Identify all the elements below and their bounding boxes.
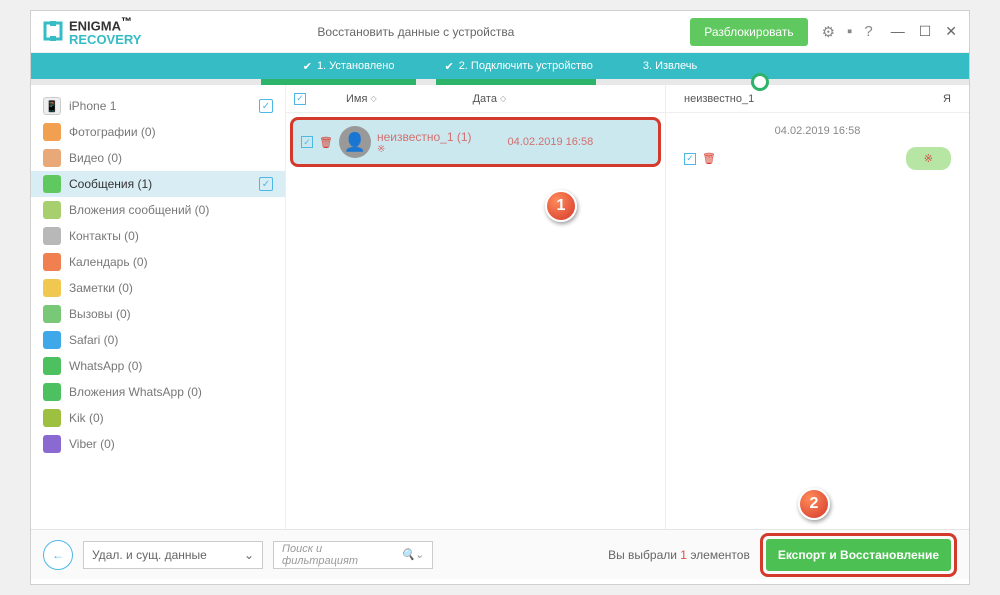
sidebar-device[interactable]: 📱 iPhone 1 ✓ — [31, 93, 285, 119]
category-icon — [43, 409, 61, 427]
sidebar-item[interactable]: Заметки (0) — [31, 275, 285, 301]
selection-count: Вы выбрали 1 элементов — [608, 548, 750, 562]
search-input[interactable]: Поиск и фильтрацият🔍⌄ — [273, 541, 433, 569]
callout-1: 1 — [545, 190, 577, 222]
message-list-panel: ✓ Имя◇ Дата◇ ✓ 🗑 👤 неизвестно_1 (1) ※ 04… — [286, 85, 666, 529]
header-subtitle: Восстановить данные с устройства — [141, 25, 690, 39]
category-icon — [43, 123, 61, 141]
footer: ← Удал. и сущ. данные⌄ Поиск и фильтраци… — [31, 529, 969, 579]
message-detail-panel: неизвестно_1 Я 04.02.2019 16:58 ✓ 🗑 ※ — [666, 85, 969, 529]
item-checkbox[interactable]: ✓ — [259, 177, 273, 191]
back-button[interactable]: ← — [43, 540, 73, 570]
row-name: неизвестно_1 (1) — [377, 130, 472, 144]
trash-icon[interactable]: 🗑 — [319, 136, 333, 149]
trash-icon[interactable]: 🗑 — [702, 152, 716, 165]
message-row[interactable]: ✓ 🗑 👤 неизвестно_1 (1) ※ 04.02.2019 16:5… — [290, 117, 661, 167]
category-icon — [43, 357, 61, 375]
sidebar-item[interactable]: Вызовы (0) — [31, 301, 285, 327]
export-button[interactable]: Експорт и Восстановление — [766, 539, 951, 571]
sidebar: 📱 iPhone 1 ✓ Фотографии (0)Видео (0)Сооб… — [31, 85, 286, 529]
avatar-icon: 👤 — [339, 126, 371, 158]
logo-icon — [43, 21, 63, 41]
category-icon — [43, 305, 61, 323]
sidebar-item[interactable]: Kik (0) — [31, 405, 285, 431]
maximize-button[interactable]: ☐ — [919, 23, 932, 40]
filter-dropdown[interactable]: Удал. и сущ. данные⌄ — [83, 541, 263, 569]
category-icon — [43, 227, 61, 245]
category-icon — [43, 383, 61, 401]
column-name[interactable]: Имя◇ — [346, 93, 377, 105]
step-3: 3. Извлечь — [643, 60, 697, 72]
chat-icon[interactable]: ▪ — [847, 23, 852, 41]
sidebar-item[interactable]: Фотографии (0) — [31, 119, 285, 145]
minimize-button[interactable]: — — [891, 23, 905, 40]
search-icon: 🔍⌄ — [401, 548, 424, 561]
step-2: ✔2. Подключить устройство — [444, 60, 592, 73]
row-date: 04.02.2019 16:58 — [508, 136, 594, 148]
detail-me: Я — [943, 93, 951, 105]
category-icon — [43, 253, 61, 271]
row-checkbox[interactable]: ✓ — [301, 136, 313, 148]
progress-knob[interactable] — [751, 73, 769, 91]
step-1: ✔1. Установлено — [303, 60, 395, 73]
category-icon — [43, 201, 61, 219]
msg-checkbox[interactable]: ✓ — [684, 153, 696, 165]
progress-bar — [31, 79, 969, 85]
category-icon — [43, 331, 61, 349]
callout-2: 2 — [798, 488, 830, 520]
phone-icon: 📱 — [43, 97, 61, 115]
help-icon[interactable]: ? — [864, 23, 872, 41]
sidebar-item[interactable]: Вложения WhatsApp (0) — [31, 379, 285, 405]
app-logo: ENIGMA™RECOVERY — [43, 17, 141, 45]
column-date[interactable]: Дата◇ — [473, 93, 507, 105]
sidebar-item[interactable]: Видео (0) — [31, 145, 285, 171]
detail-title: неизвестно_1 — [684, 93, 754, 105]
select-all-checkbox[interactable]: ✓ — [294, 93, 306, 105]
message-date: 04.02.2019 16:58 — [684, 125, 951, 137]
sidebar-item[interactable]: Календарь (0) — [31, 249, 285, 275]
step-bar: ✔1. Установлено ✔2. Подключить устройств… — [31, 53, 969, 79]
message-bubble: ※ — [906, 147, 951, 170]
category-icon — [43, 279, 61, 297]
sidebar-item[interactable]: Viber (0) — [31, 431, 285, 457]
category-icon — [43, 175, 61, 193]
sidebar-item[interactable]: Safari (0) — [31, 327, 285, 353]
chevron-down-icon: ⌄ — [244, 548, 254, 562]
titlebar: ENIGMA™RECOVERY Восстановить данные с ус… — [31, 11, 969, 53]
gear-icon[interactable]: ⚙ — [822, 23, 835, 41]
sidebar-item[interactable]: Сообщения (1)✓ — [31, 171, 285, 197]
device-checkbox[interactable]: ✓ — [259, 99, 273, 113]
category-icon — [43, 149, 61, 167]
sidebar-item[interactable]: WhatsApp (0) — [31, 353, 285, 379]
sidebar-item[interactable]: Контакты (0) — [31, 223, 285, 249]
category-icon — [43, 435, 61, 453]
close-button[interactable]: ✕ — [945, 23, 957, 40]
unlock-button[interactable]: Разблокировать — [690, 18, 807, 46]
list-header: ✓ Имя◇ Дата◇ — [286, 85, 665, 113]
sidebar-item[interactable]: Вложения сообщений (0) — [31, 197, 285, 223]
